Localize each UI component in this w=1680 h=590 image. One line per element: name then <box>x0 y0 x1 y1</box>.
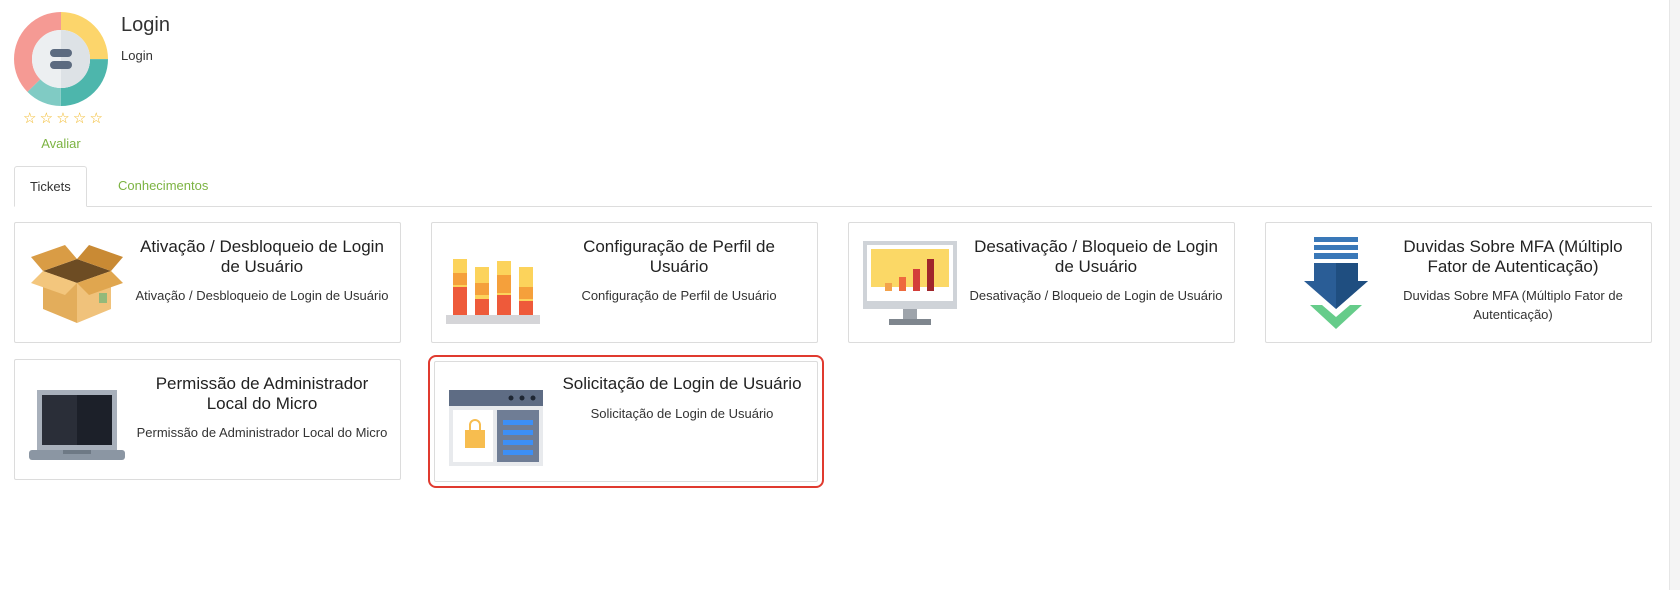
browser-window-icon <box>449 390 543 466</box>
service-card-solicitacao-login[interactable]: Solicitação de Login de Usuário Solicita… <box>428 355 824 488</box>
page-edge <box>1669 0 1680 590</box>
page-title: Login <box>121 14 170 36</box>
card-title: Desativação / Bloqueio de Login de Usuár… <box>974 237 1218 276</box>
card-description: Permissão de Administrador Local do Micr… <box>136 425 388 440</box>
service-catalog-logo-icon <box>14 12 108 106</box>
page-subtitle: Login <box>121 48 153 63</box>
service-card-desativacao[interactable]: Desativação / Bloqueio de Login de Usuár… <box>848 222 1235 343</box>
star-icon[interactable]: ☆ <box>90 111 103 127</box>
service-card-duvidas-mfa[interactable]: Duvidas Sobre MFA (Múltiplo Fator de Aut… <box>1265 222 1652 343</box>
service-card-configuracao[interactable]: Configuração de Perfil de Usuário Config… <box>431 222 818 343</box>
tab-tickets[interactable]: Tickets <box>14 166 87 207</box>
laptop-icon <box>29 390 125 460</box>
card-title: Configuração de Perfil de Usuário <box>583 237 775 276</box>
star-icon[interactable]: ☆ <box>40 111 53 127</box>
service-card-permissao-admin[interactable]: Permissão de Administrador Local do Micr… <box>14 359 401 480</box>
card-description: Solicitação de Login de Usuário <box>590 406 774 421</box>
card-title: Permissão de Administrador Local do Micr… <box>155 374 369 413</box>
card-title: Ativação / Desbloqueio de Login de Usuár… <box>140 237 384 276</box>
star-icon[interactable]: ☆ <box>73 111 86 127</box>
open-box-icon <box>31 245 123 323</box>
card-description: Ativação / Desbloqueio de Login de Usuár… <box>135 288 389 303</box>
card-title: Duvidas Sobre MFA (Múltiplo Fator de Aut… <box>1403 237 1623 276</box>
star-icon[interactable]: ☆ <box>56 111 69 127</box>
bar-chart-icon <box>446 259 540 324</box>
card-description: Duvidas Sobre MFA (Múltiplo Fator de Aut… <box>1403 288 1623 322</box>
tab-bar: Tickets Conhecimentos <box>14 166 1652 207</box>
rate-link[interactable]: Avaliar <box>24 136 98 151</box>
star-icon[interactable]: ☆ <box>23 111 36 127</box>
service-card-ativacao[interactable]: Ativação / Desbloqueio de Login de Usuár… <box>14 222 401 343</box>
card-description: Desativação / Bloqueio de Login de Usuár… <box>969 288 1223 303</box>
download-arrow-icon <box>1304 237 1368 329</box>
rating-stars[interactable]: ☆ ☆ ☆ ☆ ☆ <box>23 111 103 127</box>
tab-conhecimentos[interactable]: Conhecimentos <box>103 166 223 206</box>
card-description: Configuração de Perfil de Usuário <box>581 288 777 303</box>
card-title: Solicitação de Login de Usuário <box>562 374 802 393</box>
monitor-chart-icon <box>863 241 957 325</box>
